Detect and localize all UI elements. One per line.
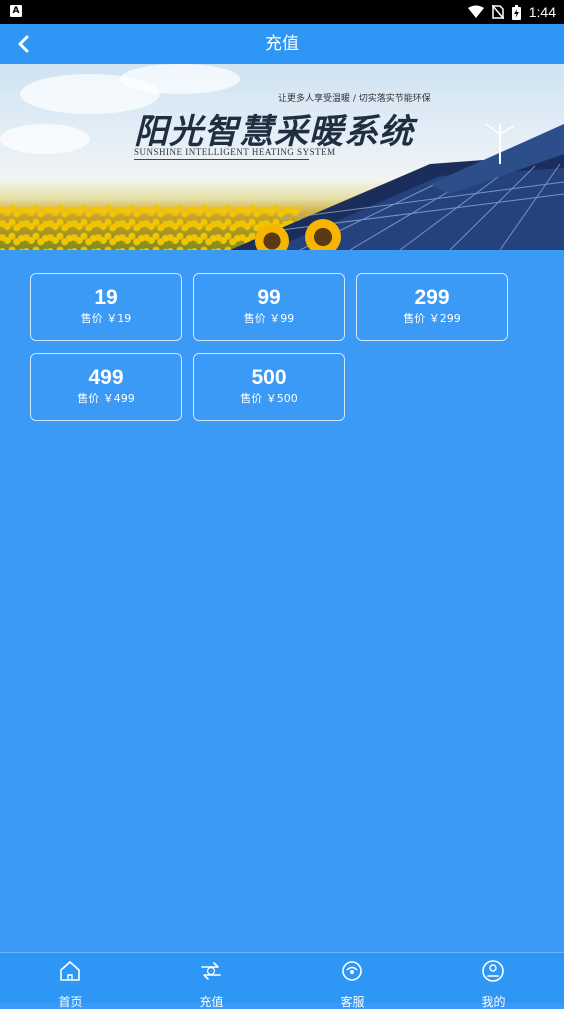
bottom-nav: 首页 充值 客服 我的 [0,952,564,1009]
recharge-amount: 299 [414,286,450,309]
recharge-price: 售价 ￥500 [240,392,298,405]
wifi-icon [467,5,484,18]
banner-image: 让更多人享受温暖 / 切实落实节能环保 阳光智慧采暖系统 SUNSHINE IN… [0,64,564,250]
service-icon [342,961,362,981]
app-notification-icon: A [10,5,22,17]
recharge-amount: 99 [257,286,281,309]
page-title: 充值 [265,34,299,54]
recharge-amount: 500 [251,366,287,389]
recharge-price: 售价 ￥19 [80,312,132,325]
nav-item-service[interactable]: 客服 [282,953,423,1009]
recharge-option[interactable]: 299 售价 ￥299 [356,273,508,341]
nav-label: 我的 [481,995,506,1009]
nav-item-home[interactable]: 首页 [0,953,141,1009]
recharge-price: 售价 ￥299 [403,312,461,325]
recharge-option[interactable]: 19 售价 ￥19 [30,273,182,341]
nav-label: 充值 [199,995,224,1009]
recharge-amount: 499 [88,366,124,389]
recharge-amount: 19 [94,286,118,309]
recharge-price: 售价 ￥99 [243,312,295,325]
exchange-icon [201,962,221,980]
recharge-option[interactable]: 499 售价 ￥499 [30,353,182,421]
status-bar: A 1:44 [0,0,564,24]
nav-item-profile[interactable]: 我的 [423,953,564,1009]
banner-title: 阳光智慧采暖系统 [134,112,414,152]
title-bar: 充值 [0,24,564,64]
recharge-option[interactable]: 99 售价 ￥99 [193,273,345,341]
nav-item-recharge[interactable]: 充值 [141,953,282,1009]
clock: 1:44 [528,4,556,20]
battery-charging-icon [511,4,521,20]
nav-label: 首页 [58,995,83,1009]
no-sim-icon [491,5,504,19]
recharge-price: 售价 ￥499 [77,392,135,405]
profile-icon [482,960,504,982]
home-icon [60,961,80,981]
recharge-option[interactable]: 500 售价 ￥500 [193,353,345,421]
nav-label: 客服 [340,995,365,1009]
banner-subtitle: SUNSHINE INTELLIGENT HEATING SYSTEM [134,147,336,157]
banner-slogan: 让更多人享受温暖 / 切实落实节能环保 [278,94,431,104]
